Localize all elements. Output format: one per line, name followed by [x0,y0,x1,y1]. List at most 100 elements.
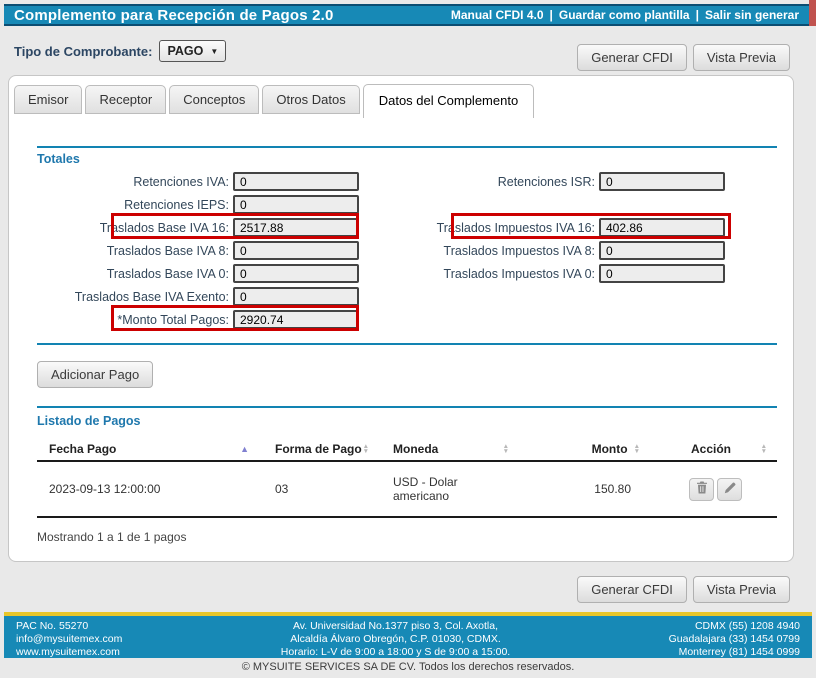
cell-monto: 150.80 [517,482,646,496]
footer-address-line: Av. Universidad No.1377 piso 3, Col. Axo… [281,620,510,633]
link-salir-sin-generar[interactable]: Salir sin generar [705,8,799,22]
column-label: Acción [691,442,731,456]
traslados-base-iva-exento-label: Traslados Base IVA Exento: [37,290,229,304]
footer: PAC No. 55270 info@mysuitemex.com www.my… [4,616,812,658]
edit-payment-button[interactable] [717,478,742,501]
cell-fecha-pago: 2023-09-13 12:00:00 [37,482,267,496]
generar-cfdi-button-top[interactable]: Generar CFDI [577,44,687,71]
form-row: Traslados Base IVA 8: Traslados Impuesto… [37,239,777,262]
pagos-table: Fecha Pago ▲ Forma de Pago ▲▼ Moneda ▲▼ … [37,438,777,544]
retenciones-iva-label: Retenciones IVA: [37,175,229,189]
traslados-base-iva0-label: Traslados Base IVA 0: [37,267,229,281]
vista-previa-button-top[interactable]: Vista Previa [693,44,790,71]
sort-arrows-icon[interactable]: ▲▼ [761,444,767,454]
column-header-forma-de-pago[interactable]: Forma de Pago ▲▼ [267,442,377,456]
form-row: Retenciones IEPS: [37,193,777,216]
link-manual-cfdi[interactable]: Manual CFDI 4.0 [451,8,544,22]
tipo-comprobante-value: PAGO [167,44,203,58]
footer-address-column: Av. Universidad No.1377 piso 3, Col. Axo… [281,620,510,654]
chevron-down-icon: ▼ [210,47,218,56]
tab-bar: Emisor Receptor Conceptos Otros Datos Da… [9,76,793,114]
delete-payment-button[interactable] [689,478,714,501]
footer-hours-line: Horario: L-V de 9:00 a 18:00 y S de 9:00… [281,646,510,659]
traslados-impuestos-iva8-field[interactable] [599,241,725,260]
table-row: 2023-09-13 12:00:00 03 USD - Dolar ameri… [37,462,777,518]
monto-total-pagos-field[interactable] [233,310,359,329]
link-guardar-plantilla[interactable]: Guardar como plantilla [559,8,690,22]
column-header-accion[interactable]: Acción ▲▼ [646,442,777,456]
footer-address-line: Alcaldía Álvaro Obregón, C.P. 01030, CDM… [281,633,510,646]
pencil-icon [724,482,736,497]
sort-arrows-icon[interactable]: ▲▼ [634,444,640,454]
adicionar-pago-button[interactable]: Adicionar Pago [37,361,153,388]
retenciones-isr-label: Retenciones ISR: [359,175,595,189]
tab-otros-datos[interactable]: Otros Datos [262,85,359,114]
pagos-table-header: Fecha Pago ▲ Forma de Pago ▲▼ Moneda ▲▼ … [37,438,777,462]
traslados-impuestos-iva16-label: Traslados Impuestos IVA 16: [359,221,595,235]
footer-phone-guadalajara: Guadalajara (33) 1454 0799 [669,633,800,646]
top-action-buttons: Generar CFDI Vista Previa [577,44,790,71]
link-separator: | [550,8,553,22]
main-panel: Emisor Receptor Conceptos Otros Datos Da… [8,75,794,562]
right-edge-marker [809,0,816,26]
totales-heading: Totales [37,152,777,166]
cell-accion [646,478,777,501]
column-header-monto[interactable]: Monto ▲▼ [517,442,646,456]
form-row: *Monto Total Pagos: [37,308,777,331]
trash-icon [696,481,708,497]
footer-email[interactable]: info@mysuitemex.com [16,633,122,646]
tab-emisor[interactable]: Emisor [14,85,82,114]
form-row: Traslados Base IVA 0: Traslados Impuesto… [37,262,777,285]
traslados-impuestos-iva8-label: Traslados Impuestos IVA 8: [359,244,595,258]
section-divider [37,343,777,345]
traslados-base-iva-exento-field[interactable] [233,287,359,306]
header-links: Manual CFDI 4.0 | Guardar como plantilla… [451,8,799,22]
traslados-impuestos-iva16-field[interactable] [599,218,725,237]
tab-content: Totales Retenciones IVA: Retenciones ISR… [9,146,793,544]
cell-forma-de-pago: 03 [267,482,377,496]
tab-datos-del-complemento[interactable]: Datos del Complemento [363,84,534,118]
tab-conceptos[interactable]: Conceptos [169,85,259,114]
monto-total-pagos-label: *Monto Total Pagos: [37,313,229,327]
cell-moneda: USD - Dolar americano [377,475,517,503]
tab-receptor[interactable]: Receptor [85,85,166,114]
retenciones-isr-field[interactable] [599,172,725,191]
sort-arrows-icon[interactable]: ▲▼ [503,444,509,454]
tipo-comprobante-group: Tipo de Comprobante: PAGO ▼ [14,40,226,62]
form-row: Traslados Base IVA 16: Traslados Impuest… [37,216,777,239]
app-header: Complemento para Recepción de Pagos 2.0 … [4,4,809,26]
column-label: Monto [592,442,628,456]
retenciones-ieps-field[interactable] [233,195,359,214]
tipo-comprobante-select[interactable]: PAGO ▼ [159,40,226,62]
sort-arrows-icon[interactable]: ▲▼ [363,444,369,454]
traslados-impuestos-iva0-label: Traslados Impuestos IVA 0: [359,267,595,281]
footer-contact-column: PAC No. 55270 info@mysuitemex.com www.my… [16,620,122,654]
footer-phone-cdmx: CDMX (55) 1208 4940 [669,620,800,633]
pagination-summary: Mostrando 1 a 1 de 1 pagos [37,530,777,544]
retenciones-iva-field[interactable] [233,172,359,191]
tipo-comprobante-label: Tipo de Comprobante: [14,44,152,59]
footer-pac-number: PAC No. 55270 [16,620,122,633]
sort-asc-icon[interactable]: ▲ [240,444,249,454]
traslados-base-iva16-field[interactable] [233,218,359,237]
traslados-base-iva8-label: Traslados Base IVA 8: [37,244,229,258]
section-divider [37,146,777,148]
link-separator: | [696,8,699,22]
footer-phone-monterrey: Monterrey (81) 1454 0999 [669,646,800,659]
footer-website[interactable]: www.mysuitemex.com [16,646,122,659]
section-divider [37,406,777,408]
column-header-fecha-pago[interactable]: Fecha Pago ▲ [37,442,267,456]
totales-form: Retenciones IVA: Retenciones ISR: Retenc… [37,170,777,331]
column-header-moneda[interactable]: Moneda ▲▼ [377,442,517,456]
traslados-base-iva0-field[interactable] [233,264,359,283]
column-label: Forma de Pago [275,442,362,456]
copyright-text: © MYSUITE SERVICES SA DE CV. Todos los d… [0,661,816,673]
form-row: Retenciones IVA: Retenciones ISR: [37,170,777,193]
vista-previa-button-bottom[interactable]: Vista Previa [693,576,790,603]
generar-cfdi-button-bottom[interactable]: Generar CFDI [577,576,687,603]
traslados-impuestos-iva0-field[interactable] [599,264,725,283]
traslados-base-iva8-field[interactable] [233,241,359,260]
column-label: Moneda [393,442,438,456]
listado-de-pagos-heading: Listado de Pagos [37,414,777,428]
footer-phones-column: CDMX (55) 1208 4940 Guadalajara (33) 145… [669,620,800,654]
